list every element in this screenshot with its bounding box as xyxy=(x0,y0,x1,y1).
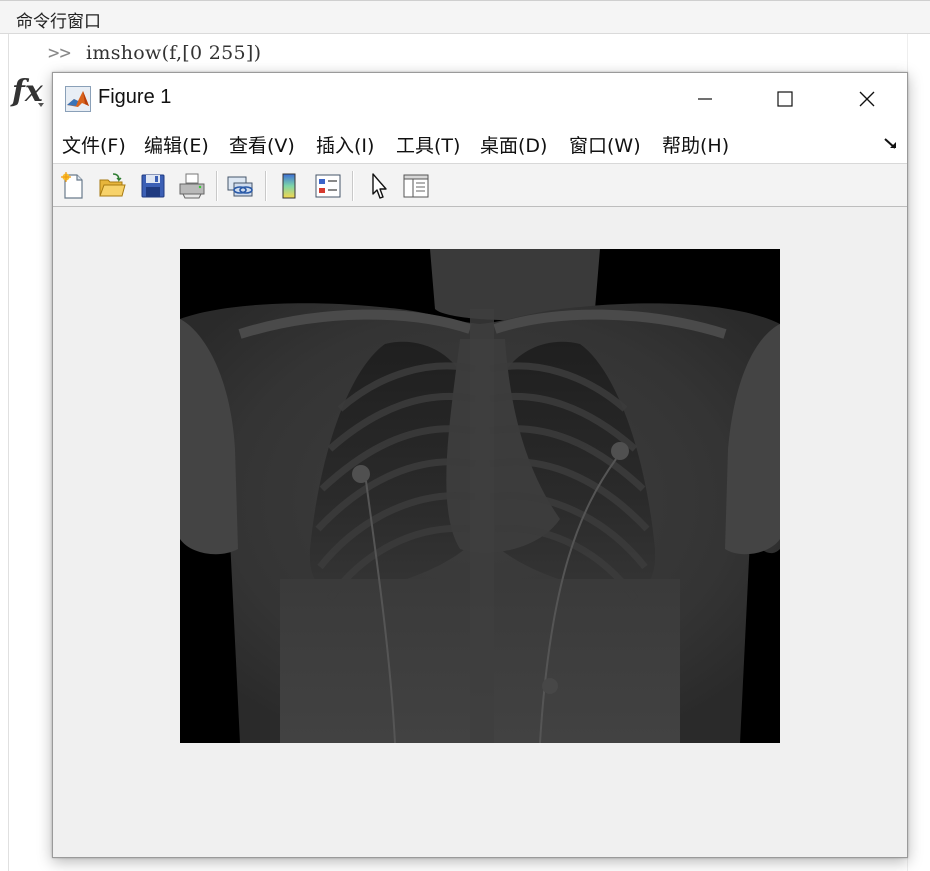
toolbar-separator xyxy=(216,171,218,201)
menu-window[interactable]: 窗口(W) xyxy=(569,131,641,158)
figure-title: Figure 1 xyxy=(98,86,172,108)
command-window-left-border xyxy=(8,34,9,871)
close-button[interactable] xyxy=(827,73,907,125)
command-window-titlebar: 命令行窗口 xyxy=(0,0,930,34)
property-inspector-icon[interactable] xyxy=(401,171,431,201)
close-icon xyxy=(859,91,875,107)
figure-toolbar xyxy=(53,163,907,207)
menu-file[interactable]: 文件(F) xyxy=(62,131,126,158)
menu-help[interactable]: 帮助(H) xyxy=(662,131,729,158)
chest-xray-image xyxy=(180,249,780,743)
print-icon[interactable] xyxy=(177,171,207,201)
edit-plot-arrow-icon[interactable] xyxy=(364,171,394,201)
figure-canvas[interactable] xyxy=(53,207,907,857)
command-window-scrollbar[interactable] xyxy=(907,34,930,871)
menu-tools[interactable]: 工具(T) xyxy=(396,131,460,158)
menu-edit[interactable]: 编辑(E) xyxy=(144,131,209,158)
figure-titlebar[interactable]: Figure 1 xyxy=(53,73,907,125)
toolbar-separator xyxy=(265,171,267,201)
new-figure-icon[interactable] xyxy=(58,171,88,201)
command-window-title: 命令行窗口 xyxy=(16,12,101,32)
toolbar-separator xyxy=(352,171,354,201)
figure-menubar: 文件(F) 编辑(E) 查看(V) 插入(I) 工具(T) 桌面(D) 窗口(W… xyxy=(53,125,907,163)
command-input-line[interactable]: imshow(f,[0 255]) xyxy=(86,42,261,64)
dock-figure-icon[interactable] xyxy=(883,136,899,152)
link-plot-icon[interactable] xyxy=(225,171,255,201)
figure-window: Figure 1 文件(F) 编辑(E) 查看(V) 插入(I) 工具(T) 桌… xyxy=(52,72,908,858)
open-file-icon[interactable] xyxy=(97,171,127,201)
menu-desktop[interactable]: 桌面(D) xyxy=(480,131,547,158)
function-browser-caret-icon[interactable] xyxy=(38,103,44,107)
save-icon[interactable] xyxy=(138,171,168,201)
minimize-button[interactable] xyxy=(665,73,745,125)
menu-view[interactable]: 查看(V) xyxy=(229,131,295,158)
insert-legend-icon[interactable] xyxy=(313,171,343,201)
maximize-icon xyxy=(777,91,793,107)
matlab-logo-icon xyxy=(65,86,91,112)
maximize-button[interactable] xyxy=(745,73,825,125)
menu-insert[interactable]: 插入(I) xyxy=(316,131,374,158)
image-axes[interactable] xyxy=(180,249,780,743)
minimize-icon xyxy=(698,98,712,100)
command-prompt: >> xyxy=(48,42,71,64)
insert-colorbar-icon[interactable] xyxy=(274,171,304,201)
